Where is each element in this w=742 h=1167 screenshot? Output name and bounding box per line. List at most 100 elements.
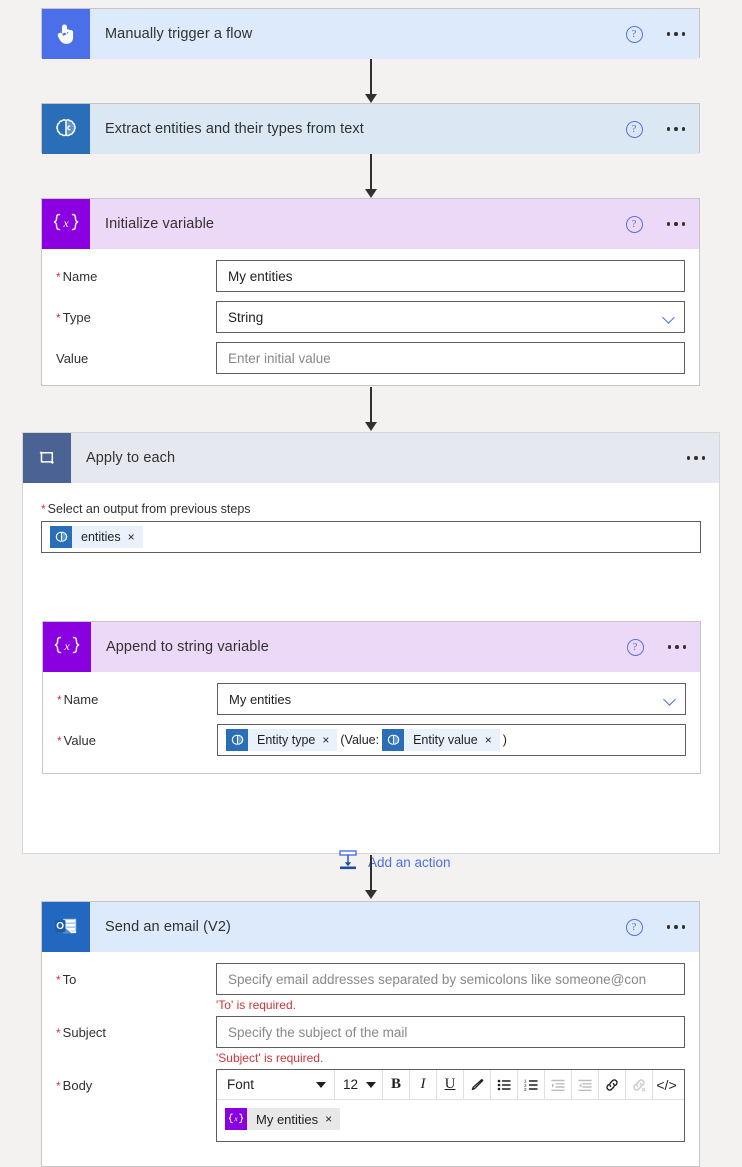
ai-builder-brain-icon [50, 526, 72, 548]
required-asterisk: * [56, 270, 61, 284]
more-commands-button[interactable] [665, 921, 688, 933]
card-header[interactable]: Manually trigger a flow ? [42, 9, 699, 59]
flow-step-append-to-string-variable[interactable]: x Append to string variable ? * Name My … [42, 621, 701, 774]
font-size-value: 12 [343, 1077, 359, 1092]
italic-button[interactable]: I [410, 1069, 437, 1100]
step-title: Initialize variable [105, 216, 215, 232]
card-header[interactable]: x Initialize variable ? [42, 199, 699, 249]
font-family-dropdown[interactable]: Font [217, 1069, 335, 1100]
help-icon[interactable]: ? [625, 120, 643, 138]
variable-value-input[interactable] [216, 342, 685, 374]
required-asterisk: * [56, 1026, 61, 1040]
flow-step-apply-to-each[interactable]: Apply to each * Select an output from pre… [22, 432, 720, 870]
value-text-open-paren: (Value: [340, 733, 380, 747]
svg-text:x: x [233, 1116, 238, 1123]
rich-text-editor[interactable]: Font 12 B I U 1 2 3 </> x My entities × [216, 1069, 685, 1142]
append-value-tokenbox[interactable]: Entity type × (Value: Entity value ×) [217, 724, 686, 756]
svg-text:x: x [62, 216, 69, 230]
field-row-value: * Value Entity type × (Value: Entity val… [57, 724, 686, 756]
font-size-dropdown[interactable]: 12 [335, 1069, 383, 1100]
card-header[interactable]: Extract entities and their types from te… [42, 104, 699, 154]
font-family-value: Font [227, 1077, 255, 1092]
help-icon[interactable]: ? [625, 918, 643, 936]
card-body: *Name *Value [43, 672, 700, 772]
card-header[interactable]: O Send an email (V2) ? [42, 902, 699, 952]
error-message-to: 'To' is required. [216, 998, 296, 1012]
insert-link-button[interactable] [599, 1069, 626, 1100]
required-asterisk: * [57, 734, 62, 748]
variable-type-select[interactable] [216, 301, 685, 333]
remove-token-icon[interactable]: × [325, 1112, 340, 1126]
select-output-tokenbox[interactable]: entities × [41, 521, 701, 553]
svg-text:x: x [63, 639, 70, 653]
connector-arrow [363, 59, 379, 103]
connector-arrow [363, 154, 379, 198]
field-row-body: * Body Font 12 B I U 1 2 3 </> x My enti… [56, 1069, 685, 1142]
remove-token-icon[interactable]: × [322, 733, 337, 747]
remove-token-icon[interactable]: × [128, 530, 143, 544]
token-label: entities [81, 530, 121, 544]
card-body: *To 'To' is required. *Subject 'Subject'… [42, 952, 699, 1158]
field-label-subject: * Subject [56, 1025, 107, 1040]
code-view-button[interactable]: </> [653, 1070, 680, 1100]
field-row-name: * Name [56, 260, 685, 292]
ai-builder-brain-icon [226, 729, 248, 751]
field-label-body: * Body [56, 1078, 93, 1093]
header-actions: ? [625, 9, 688, 59]
decrease-indent-button [572, 1069, 599, 1100]
ai-builder-brain-icon [382, 729, 405, 751]
flow-step-send-an-email[interactable]: O Send an email (V2) ? *To 'To' is requi… [41, 901, 700, 1167]
token-my-entities[interactable]: x My entities × [225, 1108, 341, 1130]
more-commands-button[interactable] [665, 123, 688, 135]
bold-button[interactable]: B [383, 1069, 410, 1100]
numbered-list-button[interactable]: 1 2 3 [518, 1069, 545, 1100]
field-row-to: *To 'To' is required. [56, 963, 685, 1012]
select-output-label: * Select an output from previous steps [41, 502, 251, 516]
email-subject-input[interactable] [216, 1016, 685, 1048]
email-body-editor[interactable]: x My entities × [217, 1100, 684, 1141]
text-color-pen-icon[interactable] [464, 1069, 491, 1100]
step-title: Append to string variable [106, 639, 269, 655]
step-title: Manually trigger a flow [105, 26, 253, 42]
more-commands-button[interactable] [666, 641, 689, 653]
card-header[interactable]: x Append to string variable ? [43, 622, 700, 672]
required-asterisk: * [57, 693, 62, 707]
token-entities[interactable]: entities × [50, 526, 143, 548]
connector-arrow [363, 855, 379, 899]
flow-step-manually-trigger-a-flow[interactable]: Manually trigger a flow ? [41, 8, 700, 59]
required-asterisk: * [41, 502, 46, 516]
more-commands-button[interactable] [665, 28, 688, 40]
add-an-action-button[interactable]: Add an action [337, 849, 451, 876]
card-body: *Name *Type Value [42, 249, 699, 390]
header-actions [685, 433, 708, 483]
token-entity-value[interactable]: Entity value × [382, 729, 500, 751]
connector-arrow [363, 387, 379, 431]
more-commands-button[interactable] [685, 452, 708, 464]
bulleted-list-button[interactable] [491, 1069, 518, 1100]
select-output-section: * Select an output from previous steps en… [23, 483, 719, 553]
field-label-value: Value [56, 351, 89, 366]
step-title: Send an email (V2) [105, 919, 231, 935]
header-actions: ? [626, 622, 689, 672]
field-label-value: * Value [57, 733, 96, 748]
outlook-icon: O [42, 902, 90, 952]
remove-token-icon[interactable]: × [485, 733, 500, 747]
variable-name-input[interactable] [216, 260, 685, 292]
required-asterisk: * [56, 973, 61, 987]
append-variable-name-select[interactable] [217, 683, 686, 715]
token-label: Entity value [413, 733, 478, 747]
field-row-name: * Name [57, 683, 686, 715]
flow-step-extract-entities[interactable]: Extract entities and their types from te… [41, 103, 700, 154]
help-icon[interactable]: ? [626, 638, 644, 656]
email-to-input[interactable] [216, 963, 685, 995]
card-header[interactable]: Apply to each [23, 433, 719, 483]
required-asterisk: * [56, 1079, 61, 1093]
token-entity-type[interactable]: Entity type × [226, 729, 338, 751]
help-icon[interactable]: ? [625, 25, 643, 43]
underline-button[interactable]: U [437, 1069, 464, 1100]
help-icon[interactable]: ? [625, 215, 643, 233]
more-commands-button[interactable] [665, 218, 688, 230]
flow-step-initialize-variable[interactable]: x Initialize variable ? *Name *Type [41, 198, 700, 386]
step-title: Extract entities and their types from te… [105, 121, 364, 137]
flow-designer-canvas: Manually trigger a flow ? Extract entiti… [0, 0, 742, 1167]
